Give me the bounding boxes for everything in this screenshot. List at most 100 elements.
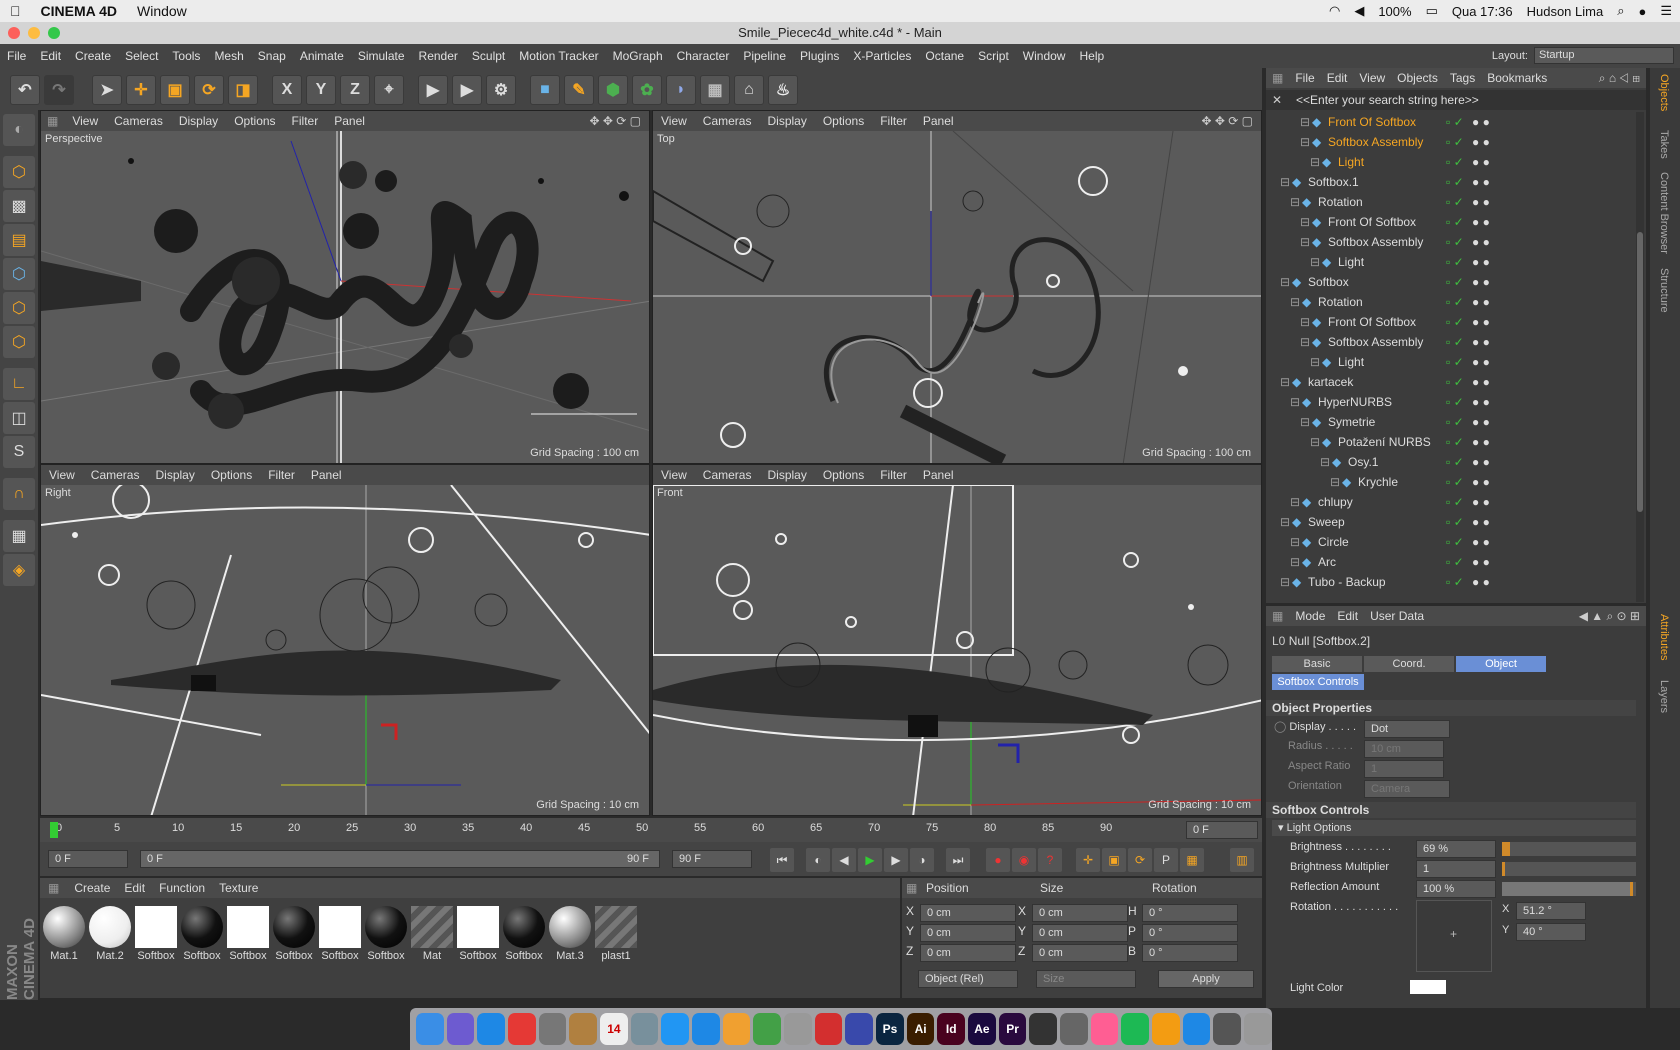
volume-icon[interactable]: ◀: [1354, 3, 1364, 19]
expand-toggle-icon[interactable]: ⊟: [1280, 172, 1290, 192]
timeline-playhead[interactable]: [50, 822, 58, 838]
material-swatch[interactable]: Softbox: [226, 904, 270, 966]
dock-app-icon[interactable]: [1152, 1013, 1180, 1045]
cloner-icon[interactable]: ✿: [632, 75, 662, 105]
visibility-check-icon[interactable]: ▫ ✓: [1446, 212, 1464, 232]
material-menu-create[interactable]: Create: [67, 881, 117, 895]
object-tag-icon[interactable]: ● ●: [1472, 252, 1490, 272]
object-tag-icon[interactable]: ● ●: [1472, 432, 1490, 452]
expand-toggle-icon[interactable]: ⊟: [1300, 332, 1310, 352]
expand-toggle-icon[interactable]: ⊟: [1330, 472, 1340, 492]
coordinate-field[interactable]: 0 cm: [1032, 904, 1128, 922]
menu-character[interactable]: Character: [670, 49, 737, 63]
snapping-icon[interactable]: S: [3, 436, 35, 468]
siri-icon[interactable]: ●: [1638, 4, 1646, 19]
viewport-navigation-icon[interactable]: ✥ ✥ ⟳ ▢: [1201, 114, 1253, 128]
object-tree-row[interactable]: ⊟ ◆ Rotation ▫ ✓ ● ●: [1266, 292, 1636, 312]
coordinate-field[interactable]: 0 cm: [920, 904, 1016, 922]
expand-toggle-icon[interactable]: ⊟: [1300, 112, 1310, 132]
viewport-menu-filter[interactable]: Filter: [872, 468, 915, 482]
menu-help[interactable]: Help: [1072, 49, 1111, 63]
expand-toggle-icon[interactable]: ⊟: [1280, 572, 1290, 592]
dock-app-icon[interactable]: [661, 1013, 690, 1045]
menu-tools[interactable]: Tools: [165, 49, 207, 63]
object-tag-icon[interactable]: ● ●: [1472, 532, 1490, 552]
menu-x-particles[interactable]: X-Particles: [846, 49, 918, 63]
visibility-check-icon[interactable]: ▫ ✓: [1446, 452, 1464, 472]
object-tree-row[interactable]: ⊟ ◆ Osy.1 ▫ ✓ ● ●: [1266, 452, 1636, 472]
menu-script[interactable]: Script: [971, 49, 1016, 63]
recent-tool-icon[interactable]: ◨: [228, 75, 258, 105]
coordinate-mode-dropdown[interactable]: Object (Rel): [918, 970, 1018, 988]
tab-softbox-controls[interactable]: Softbox Controls: [1272, 674, 1364, 690]
dock-app-icon[interactable]: 14: [600, 1013, 628, 1045]
autokeying-icon[interactable]: ◉: [1012, 848, 1036, 872]
user-name[interactable]: Hudson Lima: [1527, 4, 1604, 19]
viewport-menu-options[interactable]: Options: [226, 114, 283, 128]
material-menu-edit[interactable]: Edit: [117, 881, 152, 895]
object-tag-icon[interactable]: ● ●: [1472, 472, 1490, 492]
orientation-dropdown[interactable]: Camera: [1364, 780, 1450, 798]
dock-app-icon[interactable]: Ae: [968, 1013, 996, 1045]
previous-key-icon[interactable]: ◐: [806, 848, 830, 872]
object-tag-icon[interactable]: ● ●: [1472, 392, 1490, 412]
menu-file[interactable]: File: [0, 49, 33, 63]
dock-app-icon[interactable]: [1090, 1013, 1119, 1045]
menu-simulate[interactable]: Simulate: [351, 49, 412, 63]
expand-toggle-icon[interactable]: ⊟: [1280, 512, 1290, 532]
expand-toggle-icon[interactable]: ⊟: [1310, 152, 1320, 172]
object-tag-icon[interactable]: ● ●: [1472, 172, 1490, 192]
dock-app-icon[interactable]: [446, 1013, 475, 1045]
light-options-group[interactable]: ▾ Light Options: [1272, 820, 1636, 836]
dock-app-icon[interactable]: [1029, 1013, 1058, 1045]
visibility-check-icon[interactable]: ▫ ✓: [1446, 552, 1464, 572]
material-swatch[interactable]: Mat.3: [548, 904, 592, 966]
reflection-amount-field[interactable]: 100 %: [1416, 880, 1496, 898]
viewport-front[interactable]: View Cameras Display Options Filter Pane…: [652, 464, 1262, 816]
visibility-check-icon[interactable]: ▫ ✓: [1446, 572, 1464, 592]
minimize-window-button[interactable]: [28, 27, 40, 39]
dock-app-icon[interactable]: [630, 1013, 659, 1045]
object-tree-row[interactable]: ⊟ ◆ Light ▫ ✓ ● ●: [1266, 352, 1636, 372]
viewport-perspective[interactable]: ▦ View Cameras Display Options Filter Pa…: [40, 110, 650, 464]
viewport-menu-cameras[interactable]: Cameras: [695, 468, 760, 482]
object-tag-icon[interactable]: ● ●: [1472, 292, 1490, 312]
visibility-check-icon[interactable]: ▫ ✓: [1446, 512, 1464, 532]
magnet-icon[interactable]: ∩: [3, 478, 35, 510]
viewport-menu-options[interactable]: Options: [815, 114, 872, 128]
expand-toggle-icon[interactable]: ⊟: [1300, 212, 1310, 232]
polygons-mode-icon[interactable]: ⬡: [3, 326, 35, 358]
visibility-check-icon[interactable]: ▫ ✓: [1446, 372, 1464, 392]
rotation-x-field[interactable]: 51.2 °: [1516, 902, 1586, 920]
brightness-multiplier-slider[interactable]: [1502, 862, 1636, 876]
brightness-field[interactable]: 69 %: [1416, 840, 1496, 858]
scale-icon[interactable]: ▣: [160, 75, 190, 105]
viewport-menu-cameras[interactable]: Cameras: [695, 114, 760, 128]
dock-app-icon[interactable]: [416, 1013, 444, 1045]
menu-sculpt[interactable]: Sculpt: [465, 49, 512, 63]
axis-mode-icon[interactable]: ∟: [3, 368, 35, 400]
material-swatch[interactable]: Softbox: [364, 904, 408, 966]
side-tab-layers[interactable]: Layers: [1658, 680, 1670, 713]
viewport-menu-cameras[interactable]: Cameras: [106, 114, 171, 128]
coordinate-field[interactable]: 0 cm: [920, 924, 1016, 942]
material-swatch[interactable]: Mat.2: [88, 904, 132, 966]
subdivision-icon[interactable]: ⬢: [598, 75, 628, 105]
visibility-check-icon[interactable]: ▫ ✓: [1446, 152, 1464, 172]
dock-app-icon[interactable]: Pr: [998, 1013, 1027, 1045]
radius-field[interactable]: 10 cm: [1364, 740, 1444, 758]
viewport-menu-panel[interactable]: Panel: [915, 468, 962, 482]
record-scale-icon[interactable]: ▣: [1102, 848, 1126, 872]
dock-app-icon[interactable]: [508, 1013, 536, 1045]
mac-window-menu[interactable]: Window: [127, 3, 197, 19]
apply-button[interactable]: Apply: [1158, 970, 1254, 988]
menu-window[interactable]: Window: [1016, 49, 1073, 63]
object-menu-tags[interactable]: Tags: [1444, 71, 1481, 85]
undo-icon[interactable]: ↶: [10, 75, 40, 105]
material-swatch[interactable]: plast1: [594, 904, 638, 966]
lock-workplane-icon[interactable]: ▦: [3, 520, 35, 552]
expand-toggle-icon[interactable]: ⊟: [1320, 452, 1330, 472]
menu-motion-tracker[interactable]: Motion Tracker: [512, 49, 605, 63]
side-tab-attributes[interactable]: Attributes: [1658, 614, 1670, 660]
object-tree-row[interactable]: ⊟ ◆ Potažení NURBS ▫ ✓ ● ●: [1266, 432, 1636, 452]
